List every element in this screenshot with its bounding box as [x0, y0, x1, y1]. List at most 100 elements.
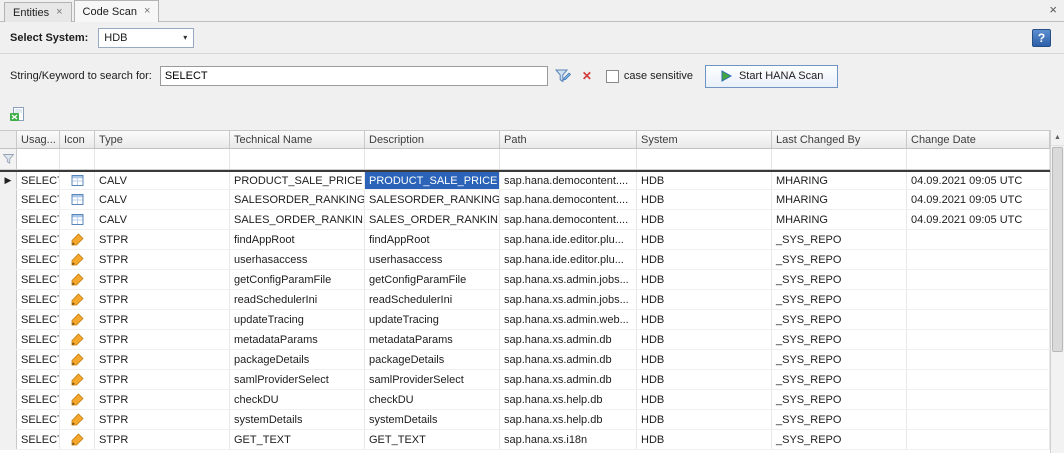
cell-description[interactable]: checkDU: [365, 390, 500, 409]
cell-type[interactable]: STPR: [95, 310, 230, 329]
cell-type[interactable]: STPR: [95, 250, 230, 269]
cell-system[interactable]: HDB: [637, 290, 772, 309]
cell-type[interactable]: CALV: [95, 190, 230, 209]
cell-technical_name[interactable]: PRODUCT_SALE_PRICE: [230, 172, 365, 189]
cell-technical_name[interactable]: metadataParams: [230, 330, 365, 349]
calv-icon[interactable]: [60, 172, 95, 189]
stpr-icon[interactable]: [60, 250, 95, 269]
cell-type[interactable]: STPR: [95, 370, 230, 389]
cell-technical_name[interactable]: readSchedulerIni: [230, 290, 365, 309]
clear-filter-icon[interactable]: ✕: [578, 67, 596, 85]
calv-icon[interactable]: [60, 190, 95, 209]
cell-path[interactable]: sap.hana.xs.help.db: [500, 390, 637, 409]
filter-cell-system[interactable]: [637, 149, 772, 169]
cell-usage[interactable]: SELECT: [17, 270, 60, 289]
filter-funnel-icon[interactable]: [0, 149, 17, 169]
cell-path[interactable]: sap.hana.xs.help.db: [500, 410, 637, 429]
help-button[interactable]: ?: [1032, 29, 1051, 47]
cell-system[interactable]: HDB: [637, 210, 772, 229]
cell-description[interactable]: metadataParams: [365, 330, 500, 349]
cell-usage[interactable]: SELECT: [17, 430, 60, 449]
table-row[interactable]: SELECTSTPRpackageDetailspackageDetailssa…: [0, 350, 1050, 370]
start-hana-scan-button[interactable]: Start HANA Scan: [705, 65, 838, 88]
column-header-icon[interactable]: Icon: [60, 131, 95, 148]
cell-last_changed_by[interactable]: _SYS_REPO: [772, 330, 907, 349]
cell-description[interactable]: getConfigParamFile: [365, 270, 500, 289]
filter-cell-description[interactable]: [365, 149, 500, 169]
cell-usage[interactable]: SELECT: [17, 230, 60, 249]
column-header-description[interactable]: Description: [365, 131, 500, 148]
cell-description[interactable]: packageDetails: [365, 350, 500, 369]
cell-technical_name[interactable]: findAppRoot: [230, 230, 365, 249]
cell-type[interactable]: STPR: [95, 350, 230, 369]
cell-change_date[interactable]: [907, 290, 1050, 309]
cell-technical_name[interactable]: checkDU: [230, 390, 365, 409]
tab-code-scan[interactable]: Code Scan ×: [74, 0, 160, 22]
cell-type[interactable]: STPR: [95, 410, 230, 429]
cell-type[interactable]: CALV: [95, 172, 230, 189]
cell-change_date[interactable]: [907, 270, 1050, 289]
cell-change_date[interactable]: 04.09.2021 09:05 UTC: [907, 190, 1050, 209]
cell-description[interactable]: SALESORDER_RANKING...: [365, 190, 500, 209]
cell-change_date[interactable]: [907, 330, 1050, 349]
row-indicator[interactable]: [0, 410, 17, 429]
column-header-usage[interactable]: Usag...: [17, 131, 60, 148]
cell-system[interactable]: HDB: [637, 370, 772, 389]
filter-cell-type[interactable]: [95, 149, 230, 169]
cell-change_date[interactable]: [907, 350, 1050, 369]
cell-last_changed_by[interactable]: _SYS_REPO: [772, 290, 907, 309]
calv-icon[interactable]: [60, 210, 95, 229]
filter-cell-last_changed_by[interactable]: [772, 149, 907, 169]
cell-technical_name[interactable]: userhasaccess: [230, 250, 365, 269]
cell-last_changed_by[interactable]: _SYS_REPO: [772, 270, 907, 289]
table-row[interactable]: SELECTSTPRreadSchedulerInireadSchedulerI…: [0, 290, 1050, 310]
table-row[interactable]: SELECTSTPRmetadataParamsmetadataParamssa…: [0, 330, 1050, 350]
cell-usage[interactable]: SELECT: [17, 390, 60, 409]
table-row[interactable]: SELECTCALVSALES_ORDER_RANKIN...SALES_ORD…: [0, 210, 1050, 230]
window-close-icon[interactable]: ×: [1049, 3, 1057, 16]
stpr-icon[interactable]: [60, 350, 95, 369]
cell-usage[interactable]: SELECT: [17, 310, 60, 329]
cell-last_changed_by[interactable]: MHARING: [772, 172, 907, 189]
cell-path[interactable]: sap.hana.democontent....: [500, 210, 637, 229]
row-indicator[interactable]: [0, 290, 17, 309]
scrollbar-thumb[interactable]: [1052, 147, 1063, 352]
table-row[interactable]: SELECTCALVSALESORDER_RANKING...SALESORDE…: [0, 190, 1050, 210]
cell-path[interactable]: sap.hana.xs.admin.web...: [500, 310, 637, 329]
column-header-technical_name[interactable]: Technical Name: [230, 131, 365, 148]
cell-technical_name[interactable]: updateTracing: [230, 310, 365, 329]
cell-path[interactable]: sap.hana.xs.admin.jobs...: [500, 290, 637, 309]
scroll-up-icon[interactable]: ▲: [1051, 130, 1064, 146]
cell-path[interactable]: sap.hana.democontent....: [500, 190, 637, 209]
cell-usage[interactable]: SELECT: [17, 370, 60, 389]
cell-description[interactable]: samlProviderSelect: [365, 370, 500, 389]
filter-cell-technical_name[interactable]: [230, 149, 365, 169]
close-icon[interactable]: ×: [56, 7, 62, 18]
filter-cell-path[interactable]: [500, 149, 637, 169]
cell-change_date[interactable]: [907, 250, 1050, 269]
cell-change_date[interactable]: [907, 410, 1050, 429]
cell-last_changed_by[interactable]: MHARING: [772, 210, 907, 229]
cell-path[interactable]: sap.hana.democontent....: [500, 172, 637, 189]
cell-description[interactable]: GET_TEXT: [365, 430, 500, 449]
tab-entities[interactable]: Entities ×: [4, 2, 72, 22]
cell-system[interactable]: HDB: [637, 172, 772, 189]
cell-type[interactable]: STPR: [95, 290, 230, 309]
table-row[interactable]: SELECTSTPRsystemDetailssystemDetailssap.…: [0, 410, 1050, 430]
cell-path[interactable]: sap.hana.xs.admin.db: [500, 370, 637, 389]
cell-change_date[interactable]: [907, 370, 1050, 389]
cell-usage[interactable]: SELECT: [17, 190, 60, 209]
cell-change_date[interactable]: 04.09.2021 09:05 UTC: [907, 172, 1050, 189]
filter-cell-usage[interactable]: [17, 149, 60, 169]
close-icon[interactable]: ×: [144, 6, 150, 17]
cell-change_date[interactable]: [907, 230, 1050, 249]
cell-path[interactable]: sap.hana.xs.i18n: [500, 430, 637, 449]
cell-system[interactable]: HDB: [637, 390, 772, 409]
cell-system[interactable]: HDB: [637, 310, 772, 329]
cell-usage[interactable]: SELECT: [17, 210, 60, 229]
cell-system[interactable]: HDB: [637, 230, 772, 249]
table-row[interactable]: ▶SELECTCALVPRODUCT_SALE_PRICEPRODUCT_SAL…: [0, 170, 1050, 190]
cell-last_changed_by[interactable]: MHARING: [772, 190, 907, 209]
cell-technical_name[interactable]: GET_TEXT: [230, 430, 365, 449]
stpr-icon[interactable]: [60, 410, 95, 429]
